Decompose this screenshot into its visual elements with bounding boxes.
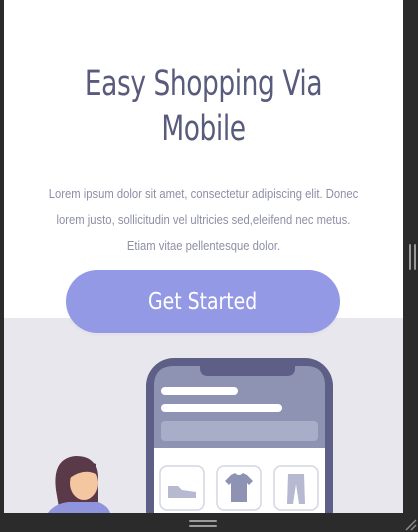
product-card-pants — [273, 465, 319, 511]
product-card-shirt — [216, 465, 262, 511]
hero-title-line-2: Mobile — [161, 109, 246, 149]
corner-resize-grip-icon[interactable] — [402, 515, 418, 532]
product-card-shoe — [159, 465, 205, 511]
viewport-resize-handle-bottom[interactable] — [189, 520, 217, 528]
shopping-illustration — [48, 358, 333, 513]
hero-description-line-1: Lorem ipsum dolor sit amet, consectetur … — [48, 187, 359, 201]
get-started-label: Get Started — [148, 288, 258, 315]
page-viewport: Easy Shopping Via Mobile Lorem ipsum dol… — [4, 0, 403, 513]
viewport-resize-handle-right[interactable] — [409, 244, 416, 270]
hero-description-line-3: Etiam vitae pellentesque dolor. — [126, 239, 281, 253]
hero-description: Lorem ipsum dolor sit amet, consectetur … — [44, 181, 364, 259]
hero-description-line-2: lorem justo, sollicitudin vel ultricies … — [56, 213, 351, 227]
get-started-button[interactable]: Get Started — [66, 270, 340, 333]
person-illustration — [48, 456, 110, 513]
hero-title: Easy Shopping Via Mobile — [36, 62, 371, 152]
hero-title-line-1: Easy Shopping Via — [84, 64, 323, 104]
